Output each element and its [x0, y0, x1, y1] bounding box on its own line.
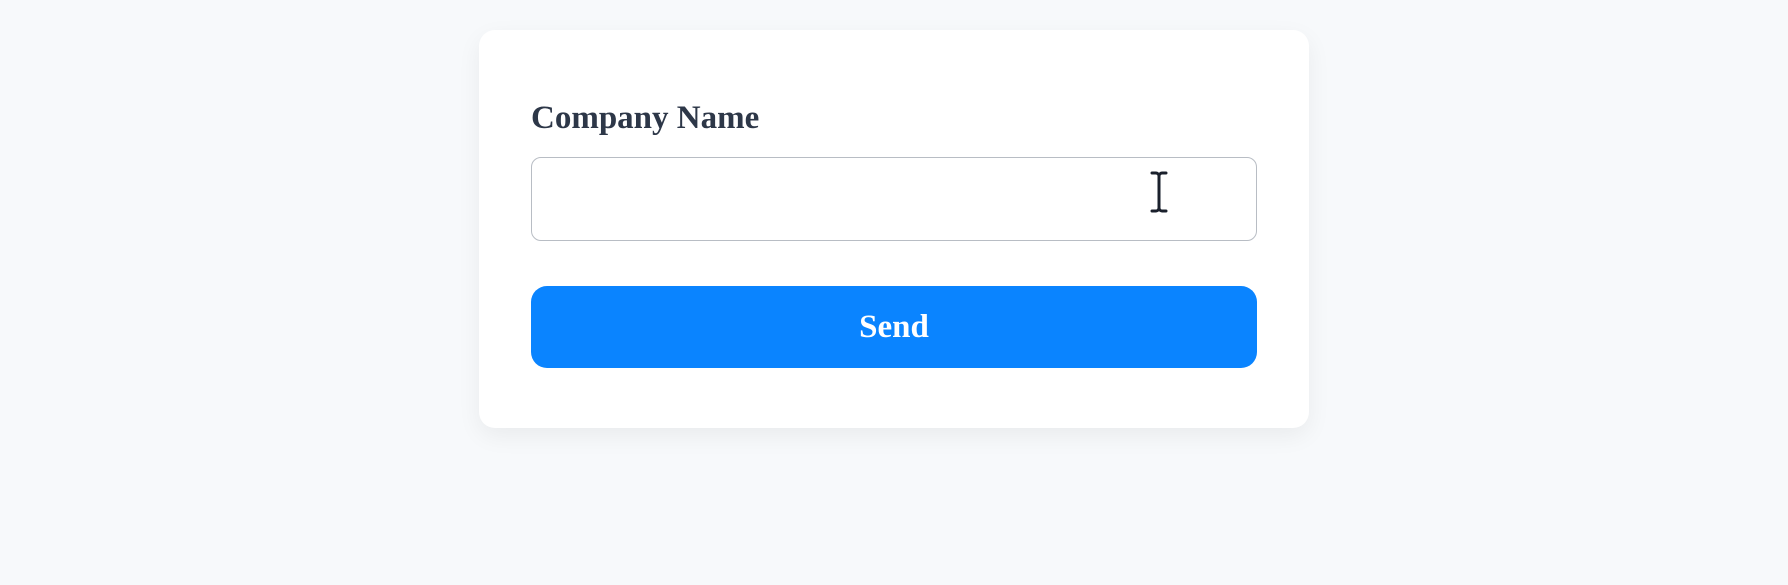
form-card: Company Name Send	[479, 30, 1309, 428]
company-name-input[interactable]	[531, 157, 1257, 241]
input-wrapper	[531, 157, 1257, 241]
company-name-label: Company Name	[531, 100, 1257, 137]
send-button[interactable]: Send	[531, 286, 1257, 368]
